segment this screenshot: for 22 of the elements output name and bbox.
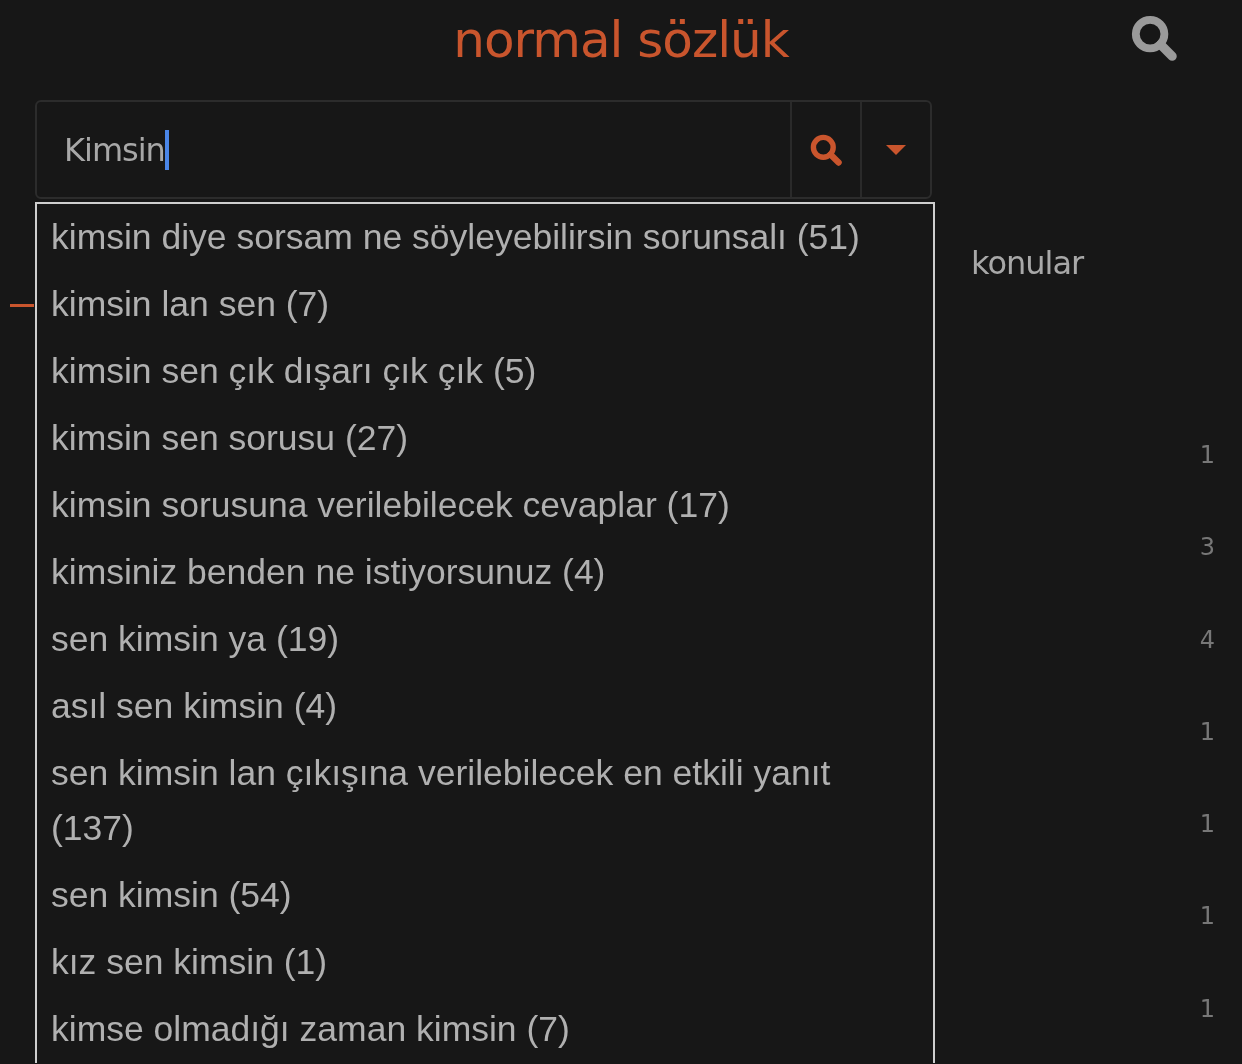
topic-count: 1: [1199, 717, 1215, 746]
topic-count: 1: [1199, 902, 1215, 931]
topic-count: 3: [1199, 533, 1215, 562]
site-title[interactable]: normal sözlük: [453, 12, 789, 68]
suggestion-item[interactable]: kimsin sen sorusu (27): [37, 405, 933, 472]
suggestion-item[interactable]: sen kimsin ya (19): [37, 606, 933, 673]
suggestion-item[interactable]: sen kimsin (54): [37, 862, 933, 929]
active-tab-underline: [10, 304, 34, 307]
topic-count: 1: [1199, 994, 1215, 1023]
suggestion-item[interactable]: kimsin sorusuna verilebilecek cevaplar (17): [37, 472, 933, 539]
suggestion-item[interactable]: kız sen kimsin (1): [37, 929, 933, 996]
topic-count: 1: [1199, 810, 1215, 839]
suggestion-item[interactable]: kimsin sen çık dışarı çık çık (5): [37, 338, 933, 405]
suggestion-item[interactable]: kimsin diye sorsam ne söyleyebilirsin sorunsalı (51): [37, 204, 933, 271]
suggestion-item[interactable]: sen kimsin lan çıkışına verilebilecek en etkili yanıt (137): [37, 740, 933, 862]
topics-heading: konular: [971, 243, 1085, 283]
suggestion-item[interactable]: asıl sen kimsin (4): [37, 673, 933, 740]
topic-count: 4: [1199, 625, 1215, 654]
topic-count: 1: [1199, 441, 1215, 469]
suggestion-item[interactable]: kimsiniz benden ne istiyorsunuz (4): [37, 539, 933, 606]
suggestion-item[interactable]: kimse olmadığı zaman kimsin (7): [37, 996, 933, 1063]
suggestion-item[interactable]: kimsin lan sen (7): [37, 271, 933, 338]
